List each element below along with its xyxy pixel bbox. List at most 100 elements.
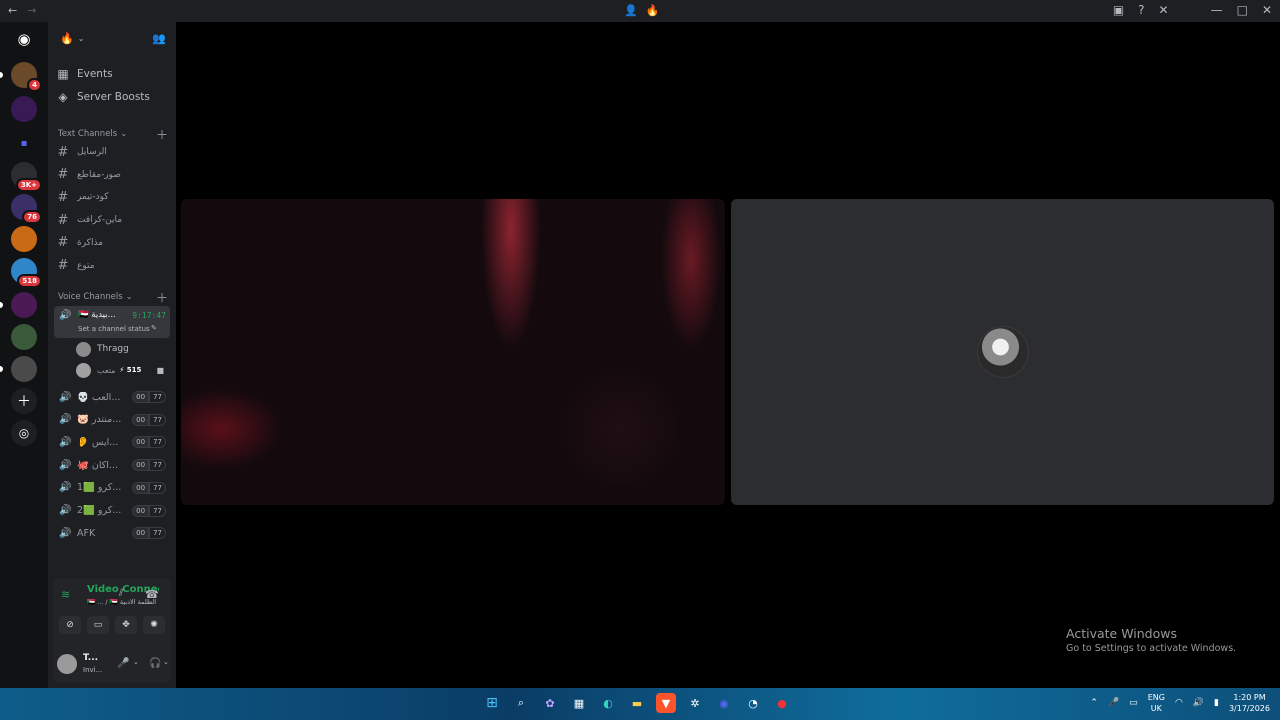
wifi-icon[interactable]: ◠ — [1175, 698, 1183, 708]
back-arrow-icon[interactable]: ← — [8, 4, 17, 17]
server-header[interactable]: 🔥 ⌄ 👥 — [48, 22, 176, 54]
speaker-icon: 🔊 — [59, 414, 72, 426]
voice-channel[interactable]: 🔊 1🟩 كرو... 00 77 — [54, 478, 170, 498]
channel-name: 1🟩 كرو... — [77, 482, 122, 494]
discord-home-icon[interactable]: ◉ — [11, 26, 37, 52]
title-icons: 👤 🔥 — [624, 4, 659, 17]
server-icon[interactable]: ▪ — [11, 130, 37, 156]
server-icon[interactable]: 3K+ — [11, 162, 42, 192]
voice-channel[interactable]: 🔊 💀 العب... 00 77 — [54, 387, 170, 407]
server-icon[interactable]: 518 — [11, 258, 42, 288]
add-channel-icon[interactable]: ＋ — [156, 126, 168, 143]
activate-windows-watermark: Activate Windows Go to Settings to activ… — [1066, 626, 1236, 654]
voice-channel[interactable]: 🔊 AFK 00 77 — [54, 523, 170, 543]
discover-icon[interactable]: ◎ — [11, 420, 37, 446]
screen-share-icon[interactable]: ▭ — [87, 616, 109, 634]
windows-start-icon[interactable]: ⊞ — [482, 693, 502, 713]
text-channel[interactable]: # كود-تيمر — [54, 188, 170, 206]
user-name[interactable]: T... — [83, 653, 98, 663]
active-voice-channel[interactable]: 🔊 🇸🇩 بيدية... 9:17:47 Set a channel stat… — [54, 306, 170, 338]
server-icon[interactable] — [11, 292, 37, 318]
brave-icon[interactable]: ▼ — [656, 693, 676, 713]
microphone-icon[interactable]: 🎤 — [1108, 698, 1119, 708]
edge-icon[interactable]: ◐ — [598, 693, 618, 713]
invite-icon[interactable]: 👥 — [152, 32, 166, 45]
search-icon[interactable]: ⌕ — [511, 693, 531, 713]
chevron-down-icon[interactable]: ⌄ — [133, 658, 139, 666]
boosts-label: Server Boosts — [77, 91, 150, 103]
channel-name: ماين-كرافت — [77, 215, 123, 226]
user-count: 00 — [132, 436, 150, 449]
file-explorer-icon[interactable]: ▬ — [627, 693, 647, 713]
battery-icon[interactable]: ▮ — [1214, 698, 1219, 708]
minimize-button[interactable]: — — [1211, 3, 1223, 17]
server-icon[interactable] — [11, 226, 37, 252]
text-channel[interactable]: # مذاكرة — [54, 234, 170, 252]
clock[interactable]: 1:20 PM 3/17/2026 — [1229, 692, 1270, 714]
notification-badge: 4 — [27, 78, 42, 92]
channel-name: صور-مقاطع — [77, 169, 121, 180]
display-icon[interactable]: ▭ — [1129, 698, 1138, 708]
store-icon[interactable]: ▦ — [569, 693, 589, 713]
camera-off-icon[interactable]: ⊘ — [59, 616, 81, 634]
maximize-button[interactable]: □ — [1237, 3, 1248, 17]
user-count: 00 — [132, 459, 150, 472]
server-icon[interactable] — [11, 96, 37, 122]
server-icon[interactable] — [11, 324, 37, 350]
help-icon[interactable]: ? — [1138, 3, 1144, 17]
soundboard-icon[interactable]: ✺ — [143, 616, 165, 634]
voice-channel[interactable]: 🔊 2🟩 كرو... 00 77 — [54, 501, 170, 521]
steelseries-icon[interactable]: ✲ — [685, 693, 705, 713]
activities-icon[interactable]: ✥ — [115, 616, 137, 634]
voice-channel[interactable]: 🔊 🐙 اكان... 00 77 — [54, 455, 170, 475]
add-server-icon[interactable]: ＋ — [11, 388, 37, 414]
title-bar: ← → 👤 🔥 ▣ ? ✕ — □ ✕ — [0, 0, 1280, 22]
boosts-item[interactable]: ◈ Server Boosts — [54, 89, 170, 105]
voice-channel[interactable]: 🔊 🐷 منتدر... 00 77 — [54, 410, 170, 430]
discord-taskbar-icon[interactable]: ◉ — [714, 693, 734, 713]
inbox-icon[interactable]: ▣ — [1113, 3, 1124, 17]
server-icon[interactable]: 76 — [11, 194, 42, 224]
text-channel[interactable]: # صور-مقاطع — [54, 166, 170, 184]
voice-member[interactable]: Thragg — [76, 340, 170, 358]
events-item[interactable]: ▦ Events — [54, 66, 170, 82]
noise-suppression-icon[interactable]: ⫽ — [119, 588, 123, 599]
headphones-icon[interactable]: 🎧 — [149, 658, 161, 669]
voice-channel[interactable]: 🔊 👂 ايس... 00 77 — [54, 432, 170, 452]
add-channel-icon[interactable]: ＋ — [156, 289, 168, 306]
chevron-down-icon[interactable]: ⌄ — [163, 658, 169, 666]
forward-arrow-icon[interactable]: → — [27, 4, 36, 17]
user-status: Invi... — [83, 666, 103, 674]
channel-name: مذاكرة — [77, 237, 104, 248]
channel-status[interactable]: Set a channel status — [78, 325, 150, 333]
activate-title: Activate Windows — [1066, 626, 1177, 641]
text-channel[interactable]: # متوع — [54, 257, 170, 275]
user-limit: 00 77 — [132, 504, 166, 517]
close-button[interactable]: ✕ — [1262, 3, 1272, 17]
server-icon[interactable]: 4 — [11, 62, 42, 92]
chevron-up-icon[interactable]: ⌃ — [1090, 698, 1098, 708]
video-tile-stream[interactable] — [181, 199, 725, 505]
user-max: 77 — [149, 413, 166, 426]
voice-category[interactable]: Voice Channels ⌄ ＋ — [58, 291, 168, 305]
chevron-down-icon: ⌄ — [77, 33, 85, 43]
steam-icon[interactable]: ◔ — [743, 693, 763, 713]
tools-icon[interactable]: ✕ — [1159, 3, 1169, 17]
disconnect-icon[interactable]: ☎ — [145, 588, 159, 601]
text-channel[interactable]: # ماين-كرافت — [54, 211, 170, 229]
notification-badge: 76 — [22, 210, 42, 224]
voice-timer: 9:17:47 — [132, 311, 166, 320]
microphone-icon[interactable]: 🎤 — [117, 658, 129, 669]
text-channel[interactable]: # الرسايل — [54, 143, 170, 161]
volume-icon[interactable]: 🔊 — [1193, 698, 1204, 708]
language-indicator[interactable]: ENG UK — [1148, 692, 1165, 714]
voice-member[interactable]: متعب ⚡ 515 ■ — [76, 361, 170, 379]
server-icon[interactable] — [11, 356, 37, 382]
taskbar: ⊞ ⌕ ✿ ▦ ◐ ▬ ▼ ✲ ◉ ◔ ● ⌃ 🎤 ▭ ENG UK ◠ 🔊 ▮… — [0, 688, 1280, 720]
text-category[interactable]: Text Channels ⌄ ＋ — [58, 128, 168, 142]
app-icon[interactable]: ● — [772, 693, 792, 713]
copilot-icon[interactable]: ✿ — [540, 693, 560, 713]
user-max: 77 — [149, 391, 166, 403]
avatar[interactable] — [57, 654, 77, 674]
language-code: ENG — [1147, 693, 1165, 702]
